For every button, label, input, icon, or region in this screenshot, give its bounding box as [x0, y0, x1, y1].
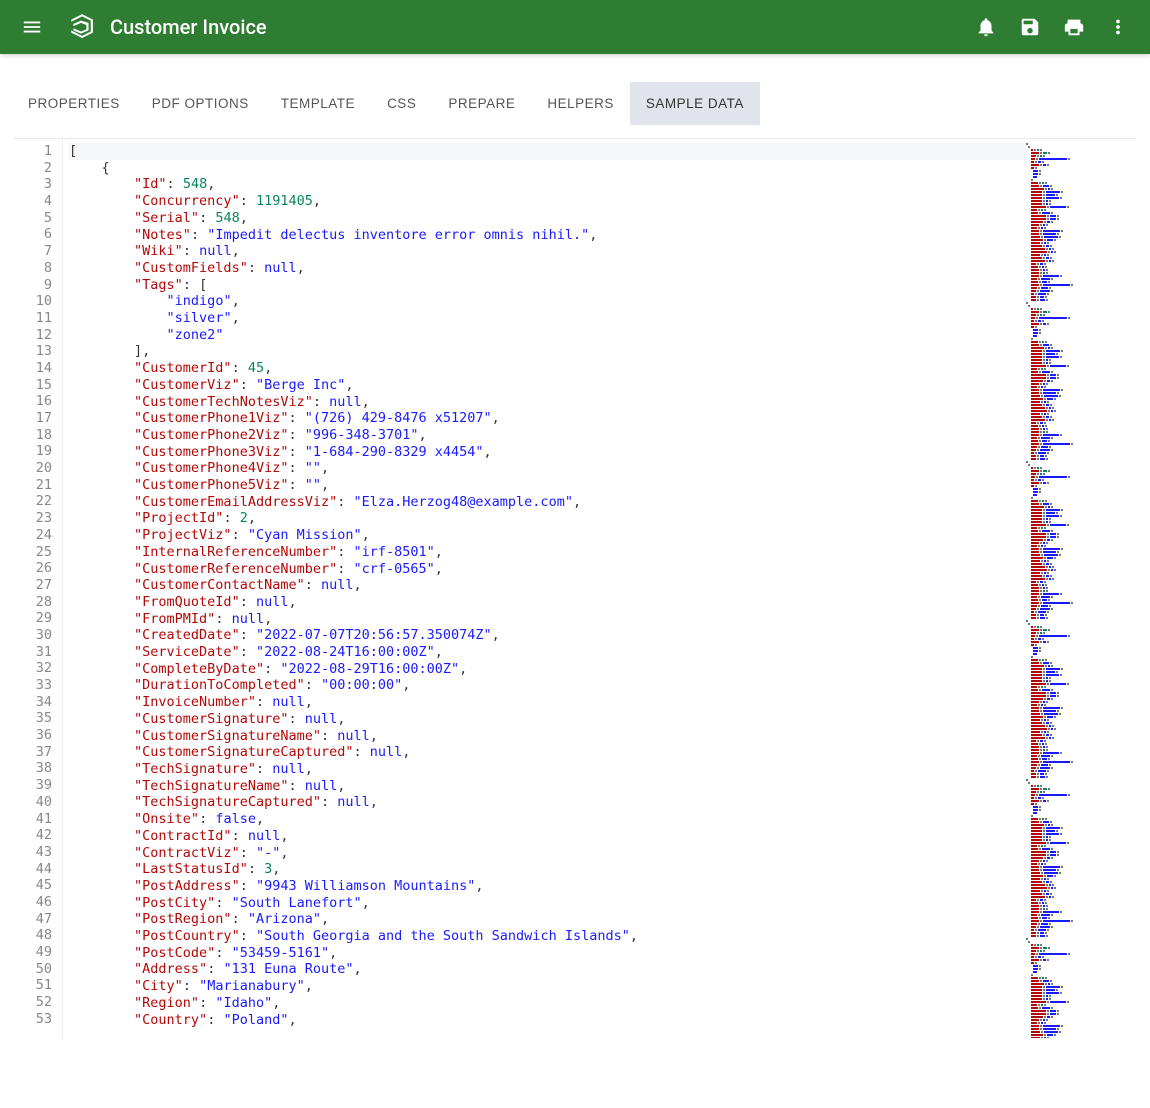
- bell-icon: [975, 16, 997, 38]
- print-button[interactable]: [1054, 7, 1094, 47]
- tab-sample-data[interactable]: SAMPLE DATA: [630, 82, 760, 125]
- save-button[interactable]: [1010, 7, 1050, 47]
- tab-properties[interactable]: PROPERTIES: [12, 82, 136, 125]
- tab-prepare[interactable]: PREPARE: [432, 82, 531, 125]
- hamburger-icon: [21, 16, 43, 38]
- tab-css[interactable]: CSS: [371, 82, 432, 125]
- tab-template[interactable]: TEMPLATE: [265, 82, 371, 125]
- editor-minimap[interactable]: [1026, 139, 1136, 1038]
- tab-pdf-options[interactable]: PDF OPTIONS: [136, 82, 265, 125]
- more-button[interactable]: [1098, 7, 1138, 47]
- dots-vertical-icon: [1107, 16, 1129, 38]
- header-left: Customer Invoice: [12, 7, 267, 47]
- editor-gutter: 1234567891011121314151617181920212223242…: [14, 139, 62, 1038]
- notifications-button[interactable]: [966, 7, 1006, 47]
- header-right: [966, 7, 1138, 47]
- editor-content[interactable]: [ { "Id": 548, "Concurrency": 1191405, "…: [62, 139, 1026, 1038]
- tab-helpers[interactable]: HELPERS: [531, 82, 630, 125]
- app-header: Customer Invoice: [0, 0, 1150, 54]
- menu-button[interactable]: [12, 7, 52, 47]
- print-icon: [1063, 16, 1085, 38]
- logo-icon: [68, 12, 94, 42]
- save-icon: [1019, 16, 1041, 38]
- tabs-bar: PROPERTIES PDF OPTIONS TEMPLATE CSS PREP…: [0, 54, 1150, 126]
- page-title: Customer Invoice: [110, 15, 267, 39]
- code-editor[interactable]: 1234567891011121314151617181920212223242…: [14, 138, 1136, 1038]
